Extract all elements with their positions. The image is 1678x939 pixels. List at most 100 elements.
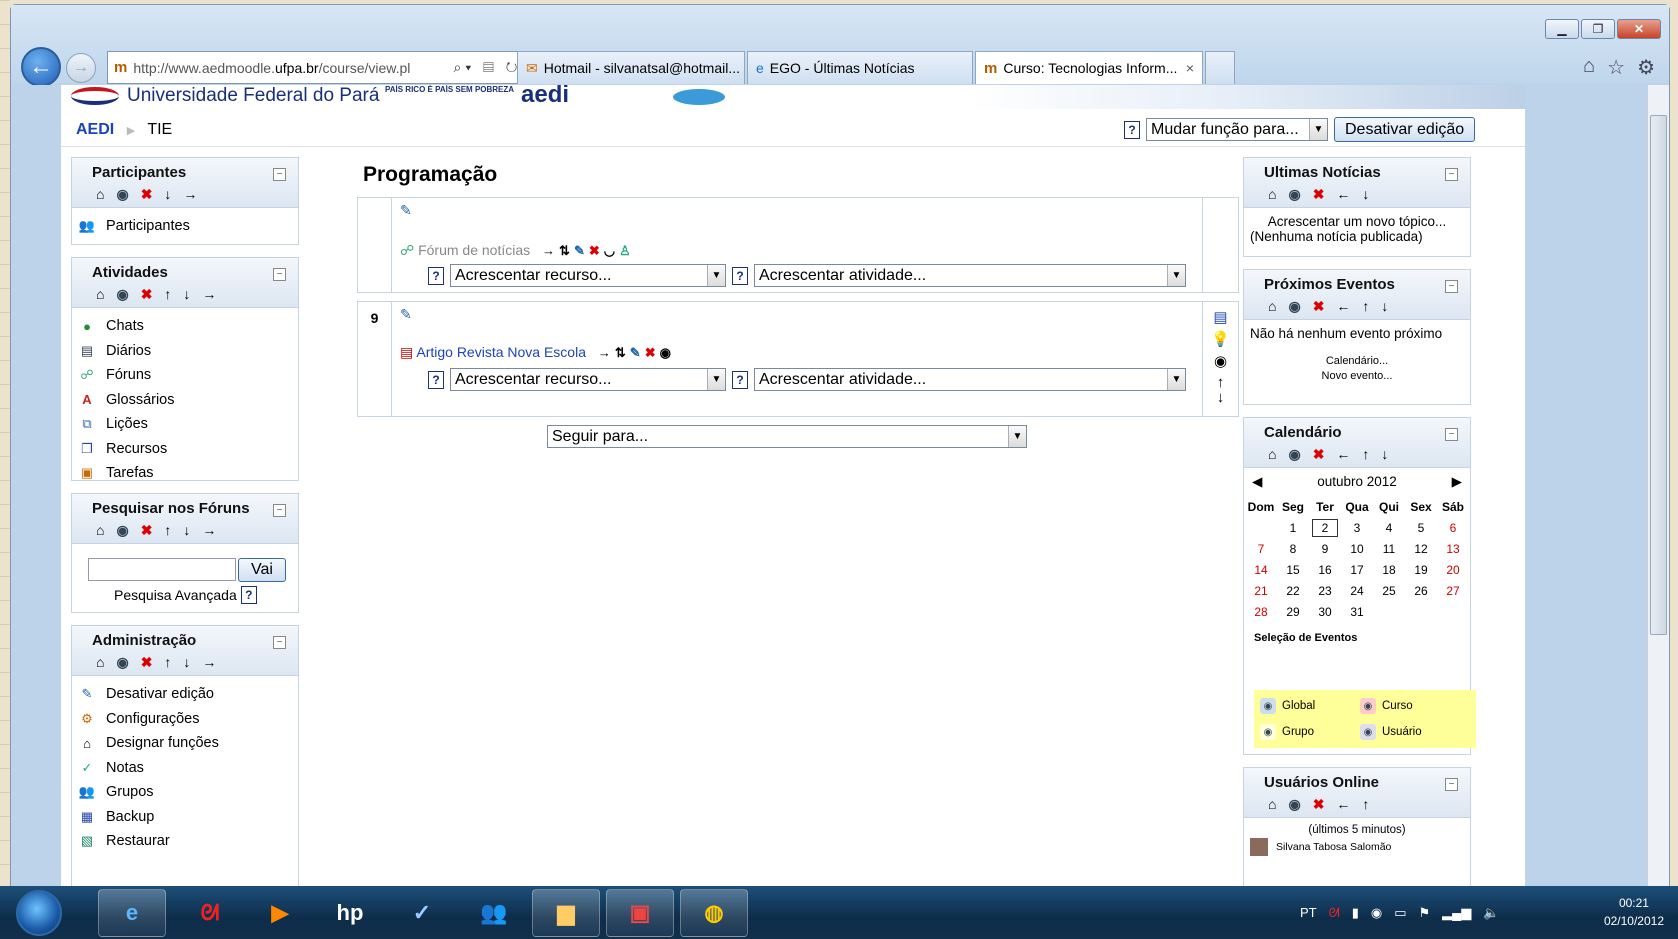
- eye-icon[interactable]: ◉: [660, 345, 671, 361]
- highlight-icon[interactable]: 💡: [1211, 330, 1230, 348]
- calendar-day[interactable]: 23: [1309, 580, 1341, 601]
- forum-search-input[interactable]: [88, 558, 236, 581]
- taskbar-hp[interactable]: hp: [316, 889, 384, 937]
- list-item[interactable]: ⚙ Configurações: [78, 707, 292, 732]
- delete-icon[interactable]: ✖: [645, 345, 656, 361]
- move-right-icon[interactable]: →: [202, 522, 216, 539]
- calendar-day[interactable]: 21: [1245, 580, 1277, 601]
- move-down-icon[interactable]: ↓: [183, 522, 190, 539]
- calendar-day[interactable]: 17: [1341, 559, 1373, 580]
- calendar-day[interactable]: 13: [1437, 538, 1469, 559]
- gear-icon[interactable]: ⚙: [1637, 55, 1655, 80]
- calendar-day[interactable]: 28: [1245, 601, 1277, 622]
- filter-group[interactable]: ◉ Grupo: [1260, 724, 1314, 740]
- move-down-icon[interactable]: ↓: [1362, 186, 1369, 203]
- calendar-day[interactable]: 2: [1309, 517, 1341, 538]
- list-item[interactable]: ▧ Restaurar: [78, 829, 292, 854]
- calendar-day[interactable]: [1437, 601, 1469, 622]
- forward-button[interactable]: →: [66, 53, 96, 83]
- eye-icon[interactable]: ◉: [116, 654, 128, 671]
- role-select[interactable]: Mudar função para... ▼: [1146, 118, 1328, 141]
- list-item[interactable]: ▦ Backup: [78, 805, 292, 830]
- calendar-day[interactable]: 15: [1277, 559, 1309, 580]
- move-icon[interactable]: ⇅: [615, 345, 626, 361]
- calendar-day[interactable]: 7: [1245, 538, 1277, 559]
- list-item[interactable]: 👥 Grupos: [78, 780, 292, 805]
- delete-icon[interactable]: ✖: [141, 654, 153, 671]
- move-icon[interactable]: ⇅: [559, 243, 570, 259]
- collapse-icon[interactable]: −: [273, 504, 286, 517]
- filter-global[interactable]: ◉ Global: [1260, 698, 1315, 714]
- help-icon[interactable]: ?: [732, 370, 748, 389]
- help-icon[interactable]: ?: [240, 586, 257, 604]
- new-tab[interactable]: [1205, 51, 1235, 84]
- eye-icon[interactable]: ◉: [1288, 446, 1300, 463]
- move-left-icon[interactable]: ←: [1336, 186, 1350, 203]
- flag-icon[interactable]: ⚑: [1419, 905, 1431, 921]
- network-app-icon[interactable]: ▮: [1352, 905, 1359, 921]
- delete-icon[interactable]: ✖: [1313, 186, 1325, 203]
- back-button[interactable]: ←: [21, 47, 61, 87]
- collapse-icon[interactable]: −: [1445, 168, 1458, 181]
- online-user-link[interactable]: Silvana Tabosa Salomão: [1276, 841, 1391, 853]
- move-down-icon[interactable]: ↓: [1381, 446, 1388, 463]
- move-up-icon[interactable]: ↑: [1362, 298, 1369, 315]
- resource-link[interactable]: Artigo Revista Nova Escola: [416, 344, 586, 360]
- search-go-button[interactable]: Vai: [238, 558, 286, 582]
- delete-icon[interactable]: ✖: [141, 186, 153, 203]
- add-topic-link[interactable]: Acrescentar um novo tópico...: [1244, 214, 1470, 229]
- calendar-day[interactable]: 9: [1309, 538, 1341, 559]
- add-resource-select[interactable]: Acrescentar recurso... ▼: [450, 264, 726, 287]
- eye-icon[interactable]: ◉: [116, 522, 128, 539]
- calendar-day[interactable]: 24: [1341, 580, 1373, 601]
- move-up-icon[interactable]: ↑: [1362, 796, 1369, 813]
- list-item[interactable]: ✎ Desativar edição: [78, 682, 292, 707]
- prev-month-icon[interactable]: ◀: [1252, 474, 1262, 490]
- calendar-day[interactable]: 8: [1277, 538, 1309, 559]
- taskbar-app[interactable]: ✓: [388, 889, 456, 937]
- move-up-icon[interactable]: ↑: [164, 654, 171, 671]
- move-up-icon[interactable]: ↑: [164, 522, 171, 539]
- delete-icon[interactable]: ✖: [1313, 446, 1325, 463]
- language-indicator[interactable]: PT: [1300, 905, 1317, 920]
- calendar-day[interactable]: 22: [1277, 580, 1309, 601]
- move-left-icon[interactable]: ←: [1336, 298, 1350, 315]
- taskbar-contacts[interactable]: 👥: [460, 889, 528, 937]
- add-activity-select[interactable]: Acrescentar atividade... ▼: [754, 264, 1186, 287]
- calendar-day[interactable]: 11: [1373, 538, 1405, 559]
- calendar-day[interactable]: 6: [1437, 517, 1469, 538]
- move-down-icon[interactable]: ↓: [183, 654, 190, 671]
- move-right-icon[interactable]: →: [542, 243, 555, 259]
- eye-icon[interactable]: ◉: [1288, 796, 1300, 813]
- list-item[interactable]: ▣ Tarefas: [78, 461, 292, 486]
- move-right-icon[interactable]: →: [183, 186, 197, 203]
- move-up-icon[interactable]: ↑: [164, 286, 171, 303]
- calendar-day[interactable]: 25: [1373, 580, 1405, 601]
- calendar-day[interactable]: [1405, 601, 1437, 622]
- calendar-day[interactable]: 19: [1405, 559, 1437, 580]
- roles-icon[interactable]: ⌂: [1268, 298, 1276, 315]
- roles-icon[interactable]: ⌂: [96, 186, 104, 203]
- eye-icon[interactable]: ◉: [1288, 298, 1300, 315]
- signal-icon[interactable]: ▂▄▆: [1442, 905, 1471, 921]
- list-item[interactable]: ❐ Recursos: [78, 437, 292, 462]
- help-icon[interactable]: ?: [428, 266, 444, 285]
- vertical-scrollbar[interactable]: [1647, 85, 1669, 887]
- roles-icon[interactable]: ⌂: [96, 286, 104, 303]
- clock[interactable]: 00:21 02/10/2012: [1604, 894, 1664, 930]
- move-down-icon[interactable]: ↓: [1217, 389, 1225, 406]
- disable-edit-button[interactable]: Desativar edição: [1334, 117, 1476, 142]
- move-right-icon[interactable]: →: [598, 345, 611, 361]
- show-only-section-icon[interactable]: ▤: [1213, 308, 1227, 326]
- calendar-link[interactable]: Calendário...: [1244, 355, 1470, 367]
- list-item[interactable]: ⧉ Lições: [78, 412, 292, 437]
- add-resource-select[interactable]: Acrescentar recurso... ▼: [450, 368, 726, 391]
- taskbar-avira[interactable]: ᘛ: [176, 889, 244, 937]
- jump-to-select[interactable]: Seguir para... ▼: [547, 425, 1027, 448]
- list-item[interactable]: ☍ Fóruns: [78, 363, 292, 388]
- start-button[interactable]: [16, 890, 62, 936]
- eye-icon[interactable]: ◉: [1288, 186, 1300, 203]
- calendar-day[interactable]: 5: [1405, 517, 1437, 538]
- edit-summary-icon[interactable]: ✎: [400, 202, 412, 219]
- maximize-button[interactable]: ❐: [1581, 19, 1615, 39]
